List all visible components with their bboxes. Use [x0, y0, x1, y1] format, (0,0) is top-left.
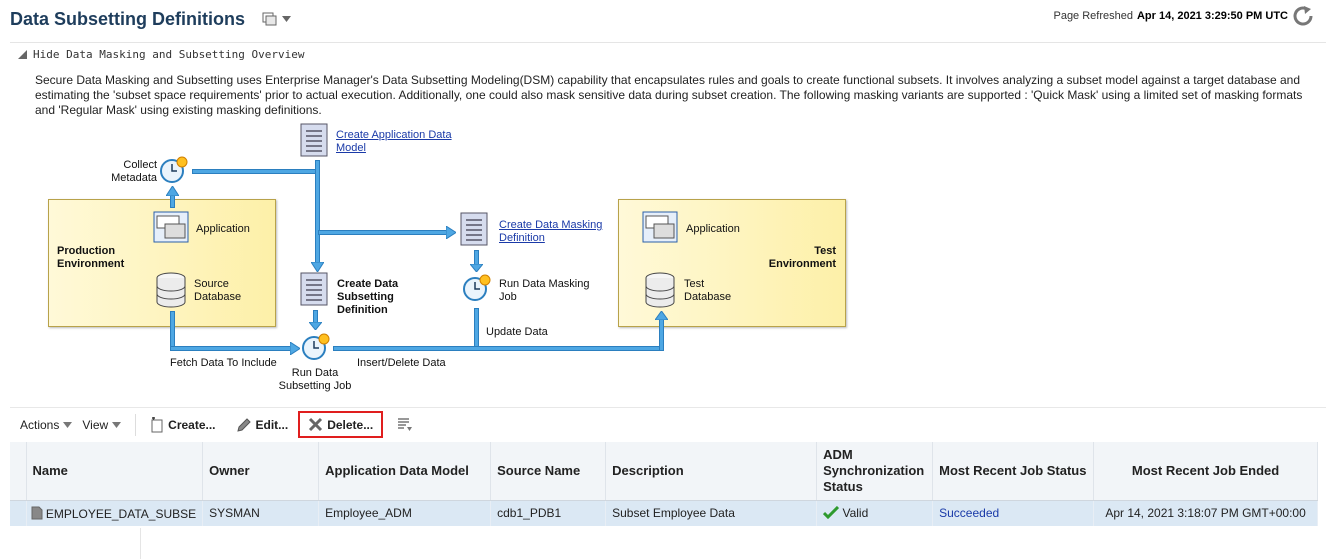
toolbar-separator [135, 413, 137, 436]
run-masking-job-label: Run Data Masking Job [499, 278, 590, 303]
run-masking-job-icon [463, 274, 491, 301]
connector-metadata-h [192, 169, 320, 174]
column-header-adm-sync[interactable]: ADM Synchronization Status [816, 442, 934, 501]
subsetting-definitions-table: Name Owner Application Data Model Source… [10, 442, 1318, 526]
delete-button[interactable]: Delete... [298, 411, 384, 438]
create-icon [151, 416, 163, 432]
pencil-icon [236, 417, 251, 432]
insert-delete-label: Insert/Delete Data [357, 357, 446, 369]
row-spacer-cell [10, 500, 27, 526]
create-subset-definition-label: Create Data Subsetting Definition [337, 278, 399, 316]
subset-document-icon [300, 272, 328, 306]
prod-application-label: Application [196, 223, 250, 235]
chevron-down-icon [63, 421, 73, 428]
column-header-description[interactable]: Description [605, 442, 818, 501]
column-header-name[interactable]: Name [26, 442, 204, 501]
source-cell: cdb1_PDB1 [490, 500, 607, 526]
connector-update-v [474, 308, 479, 348]
source-database-icon [156, 272, 186, 308]
refresh-area: Page Refreshed Apr 14, 2021 3:29:50 PM U… [1053, 6, 1316, 26]
page-title: Data Subsetting Definitions [10, 9, 246, 29]
test-database-icon [645, 272, 675, 308]
delete-x-icon [309, 417, 323, 432]
run-subset-job-label: Run Data Subsetting Job [278, 367, 352, 392]
arrowhead-subset-def [311, 262, 324, 272]
column-header-owner[interactable]: Owner [202, 442, 320, 501]
refresh-time: Apr 14, 2021 3:29:50 PM UTC [1136, 10, 1288, 22]
overview-text: Secure Data Masking and Subsetting uses … [35, 73, 1303, 117]
header-divider [10, 42, 1326, 43]
detach-icon [398, 417, 413, 431]
test-application-icon [642, 211, 678, 243]
adm-document-icon [300, 123, 328, 157]
edit-button[interactable]: Edit... [226, 417, 299, 433]
arrowhead-fetch [290, 342, 300, 355]
fetch-data-label: Fetch Data To Include [170, 357, 277, 369]
connector-insert-h [333, 346, 664, 351]
view-menu[interactable]: View [82, 418, 131, 432]
source-database-label: Source Database [194, 278, 242, 303]
test-application-label: Application [686, 223, 740, 235]
table-header-row: Name Owner Application Data Model Source… [10, 442, 1318, 501]
connector-metadata-v [315, 160, 320, 264]
table-row[interactable]: EMPLOYEE_DATA_SUBSE SYSMAN Employee_ADM … [10, 500, 1318, 526]
collect-metadata-label: Collect Metadata [111, 159, 157, 184]
prod-application-icon [153, 211, 189, 243]
arrowhead-collect [166, 186, 179, 196]
workflow-diagram: Collect Metadata Create Application Data… [0, 118, 900, 400]
overview-toggle-label: Hide Data Masking and Subsetting Overvie… [33, 48, 305, 61]
connector-fetch-v [170, 311, 175, 349]
create-masking-link[interactable]: Create Data Masking Definition [499, 219, 602, 245]
masking-document-icon [460, 212, 488, 246]
column-header-adm[interactable]: Application Data Model [318, 442, 492, 501]
job-status-link[interactable]: Succeeded [939, 506, 999, 520]
connector-fetch-h [170, 346, 292, 351]
refresh-label: Page Refreshed [1053, 10, 1133, 22]
sync-status-cell: Valid [816, 500, 934, 526]
create-adm-link[interactable]: Create Application Data Model [336, 129, 452, 155]
table-footer-divider [140, 528, 141, 559]
connector-to-masking [318, 230, 448, 235]
check-icon [823, 506, 840, 520]
job-ended-cell: Apr 14, 2021 3:18:07 PM GMT+00:00 [1093, 500, 1318, 526]
arrowhead-run-masking [470, 264, 483, 272]
owner-cell: SYSMAN [202, 500, 320, 526]
test-environment-label: Test Environment [768, 245, 836, 270]
arrowhead-masking [446, 226, 456, 239]
production-environment-label: Production Environment [57, 245, 125, 270]
page-menu-button[interactable] [262, 12, 291, 26]
actions-menu[interactable]: Actions [10, 418, 82, 432]
arrowhead-test [655, 311, 668, 320]
collapse-triangle-icon [18, 50, 27, 59]
create-button[interactable]: Create... [140, 416, 225, 433]
table-toolbar: Actions View Create... Edit... Delete... [10, 407, 1326, 441]
refresh-icon[interactable] [1292, 6, 1316, 26]
connector-app-up [170, 194, 175, 208]
overview-toggle[interactable]: Hide Data Masking and Subsetting Overvie… [18, 48, 305, 61]
column-header-spacer [10, 442, 27, 501]
pages-icon [262, 12, 277, 26]
column-header-job-status[interactable]: Most Recent Job Status [932, 442, 1095, 501]
column-header-job-ended[interactable]: Most Recent Job Ended [1093, 442, 1318, 501]
detach-table-button[interactable] [383, 417, 423, 432]
column-header-source[interactable]: Source Name [490, 442, 607, 501]
connector-to-test-v [659, 318, 664, 351]
update-data-label: Update Data [486, 326, 548, 338]
chevron-down-icon [112, 421, 122, 428]
test-database-label: Test Database [684, 278, 732, 303]
name-cell[interactable]: EMPLOYEE_DATA_SUBSE [26, 500, 204, 526]
description-cell: Subset Employee Data [605, 500, 818, 526]
document-icon [31, 506, 42, 520]
job-status-cell[interactable]: Succeeded [932, 500, 1095, 526]
adm-cell: Employee_ADM [318, 500, 492, 526]
collect-metadata-job-icon [160, 156, 188, 183]
chevron-down-icon [282, 16, 291, 22]
arrowhead-run-subset [309, 322, 322, 330]
run-subset-job-icon [302, 333, 330, 360]
